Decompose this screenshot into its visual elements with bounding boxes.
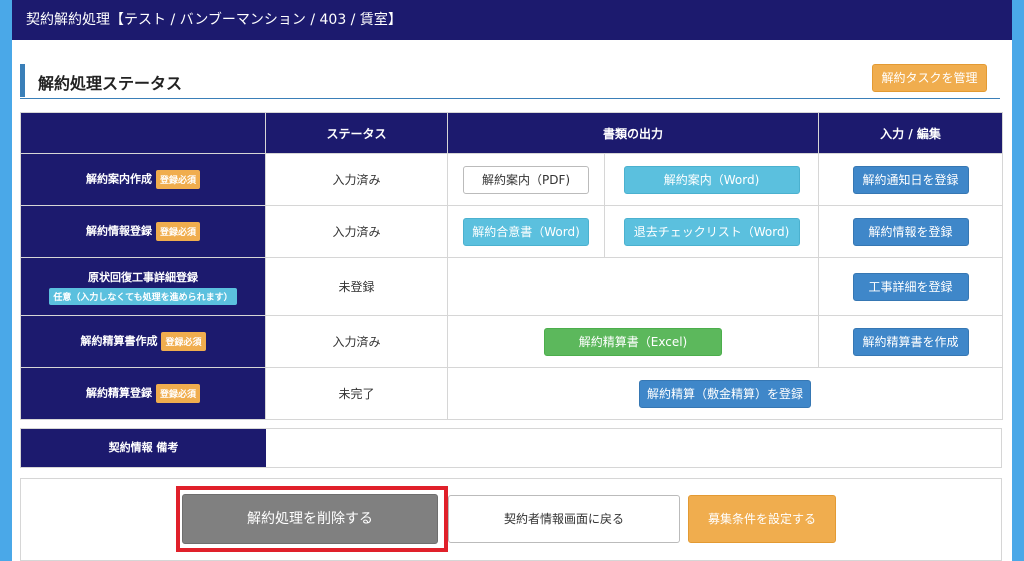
- header-status: ステータス: [265, 112, 448, 154]
- table-header-row: ステータス 書類の出力 入力 / 編集: [20, 112, 1004, 154]
- window-title: 契約解約処理【テスト / バンブーマンション / 403 / 賃室】: [12, 0, 1012, 40]
- row-label: 解約案内作成: [85, 172, 152, 186]
- table-row: 原状回復工事詳細登録 任意（入力しなくても処理を進められます） 未登録 工事詳細…: [20, 257, 1004, 316]
- section-title: 解約処理ステータス: [38, 74, 183, 93]
- status-table: ステータス 書類の出力 入力 / 編集 解約案内作成 登録必須 入力済み 解約案内…: [20, 112, 1004, 420]
- doc-cell: 解約合意書（Word): [447, 205, 605, 258]
- doc-cell: 解約精算書（Excel): [446, 315, 820, 368]
- table-row: 解約情報登録 登録必須 入力済み 解約合意書（Word) 退去チェックリスト（Wo…: [20, 205, 1004, 258]
- doc-cell: 解約案内（Word): [603, 153, 820, 206]
- register-notice-date-button[interactable]: 解約通知日を登録: [852, 165, 969, 194]
- register-work-details-button[interactable]: 工事詳細を登録: [852, 272, 969, 301]
- header-documents: 書類の出力: [446, 112, 820, 154]
- row-label-cell: 解約情報登録 登録必須: [20, 205, 266, 258]
- doc-cell: 退去チェックリスト（Word): [603, 205, 820, 258]
- register-cancellation-info-button[interactable]: 解約情報を登録: [852, 217, 969, 246]
- edit-cell: 解約通知日を登録: [818, 153, 1004, 206]
- notes-row: 契約情報 備考: [20, 428, 1002, 468]
- back-to-contractor-button[interactable]: 契約者情報画面に戻る: [448, 495, 680, 543]
- optional-badge: 任意（入力しなくても処理を進められます）: [49, 287, 237, 305]
- row-label: 解約精算書作成: [80, 334, 158, 348]
- download-statement-excel-button[interactable]: 解約精算書（Excel): [544, 327, 722, 356]
- download-notice-word-button[interactable]: 解約案内（Word): [623, 165, 800, 194]
- row-status: 入力済み: [265, 205, 448, 258]
- table-row: 解約精算書作成 登録必須 入力済み 解約精算書（Excel) 解約精算書を作成: [20, 315, 1004, 368]
- doc-cell: 解約案内（PDF): [447, 153, 605, 206]
- create-statement-button[interactable]: 解約精算書を作成: [852, 327, 969, 356]
- required-badge: 登録必須: [161, 332, 206, 351]
- row-label: 原状回復工事詳細登録: [88, 270, 198, 284]
- notes-label: 契約情報 備考: [21, 429, 266, 467]
- row-label-cell: 解約案内作成 登録必須: [20, 153, 266, 206]
- row-label: 解約精算登録: [85, 386, 152, 400]
- row-label-cell: 解約精算登録 登録必須: [20, 367, 266, 420]
- download-notice-pdf-button[interactable]: 解約案内（PDF): [463, 165, 589, 194]
- edit-cell: 工事詳細を登録: [818, 257, 1004, 316]
- section-header: 解約処理ステータス: [20, 62, 1000, 99]
- row-status: 未登録: [265, 257, 448, 316]
- row-status: 入力済み: [265, 153, 448, 206]
- row-label-cell: 解約精算書作成 登録必須: [20, 315, 266, 368]
- header-step: [20, 112, 266, 154]
- required-badge: 登録必須: [155, 170, 200, 189]
- register-deposit-settlement-button[interactable]: 解約精算（敷金精算）を登録: [639, 379, 811, 408]
- download-agreement-word-button[interactable]: 解約合意書（Word): [463, 217, 589, 246]
- table-row: 解約精算登録 登録必須 未完了 解約精算（敷金精算）を登録: [20, 367, 1004, 420]
- app-frame: 契約解約処理【テスト / バンブーマンション / 403 / 賃室】 解約処理ス…: [12, 0, 1012, 561]
- download-checklist-word-button[interactable]: 退去チェックリスト（Word): [623, 217, 800, 246]
- manage-tasks-button[interactable]: 解約タスクを管理: [872, 64, 987, 92]
- edit-cell: 解約精算書を作成: [818, 315, 1004, 368]
- header-edit: 入力 / 編集: [818, 112, 1004, 154]
- row-label: 解約情報登録: [85, 224, 152, 238]
- required-badge: 登録必須: [155, 384, 200, 403]
- required-badge: 登録必須: [155, 222, 200, 241]
- row-status: 未完了: [265, 367, 448, 420]
- section-accent-bar: [20, 64, 25, 97]
- row-status: 入力済み: [265, 315, 448, 368]
- highlight-box: [176, 486, 448, 552]
- edit-cell: 解約情報を登録: [818, 205, 1004, 258]
- doc-cell: 解約精算（敷金精算）を登録: [446, 367, 1004, 420]
- doc-cell: [446, 257, 820, 316]
- row-label-cell: 原状回復工事詳細登録 任意（入力しなくても処理を進められます）: [20, 257, 266, 316]
- set-recruitment-conditions-button[interactable]: 募集条件を設定する: [688, 495, 836, 543]
- table-row: 解約案内作成 登録必須 入力済み 解約案内（PDF) 解約案内（Word) 解約通…: [20, 153, 1004, 206]
